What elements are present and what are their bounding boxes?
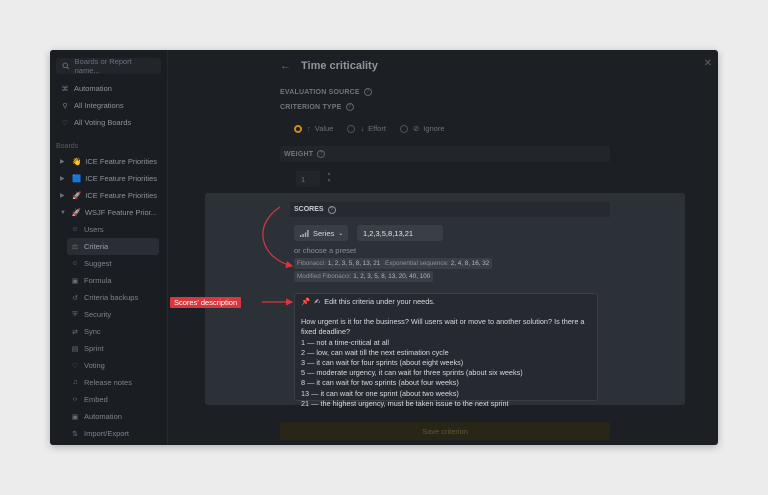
type-ignore-radio[interactable]: ⊘ Ignore [399, 124, 445, 133]
criteria-icon: ⚖ [71, 243, 79, 251]
type-value-radio[interactable]: ↑ Value [294, 124, 333, 133]
help-icon[interactable]: ? [345, 103, 354, 111]
evaluation-source-label: EVALUATION SOURCE? [280, 88, 372, 96]
preset-label: or choose a preset [294, 246, 357, 255]
help-icon[interactable]: ? [363, 88, 372, 96]
scores-description-callout: Scores' description [170, 297, 242, 308]
sidebar-item-all-voting-boards[interactable]: ♡ All Voting Boards [50, 114, 167, 131]
radio-selected[interactable] [294, 124, 302, 133]
sidebar-item-criteria[interactable]: ⚖ Criteria [67, 238, 159, 255]
description-line: 13 — it can wait for one sprint (about t… [301, 388, 459, 398]
caret-right-icon[interactable]: ▶ [60, 192, 68, 199]
automation-icon: ⌘ [61, 85, 69, 93]
series-chart-icon [300, 230, 309, 237]
arrow-left-icon[interactable]: ← [280, 60, 291, 72]
sidebar-board-1[interactable]: ▶ 👋 ICE Feature Priorities [50, 153, 167, 170]
preset-modified-fibonacci-chip[interactable]: Modified Fibonacci: 1, 2, 3, 5, 8, 13, 20… [294, 271, 434, 282]
radio-unselected[interactable] [347, 124, 356, 133]
type-effort-radio[interactable]: ↓ Effort [347, 124, 386, 133]
chevron-down-icon: ⌄ [338, 230, 344, 237]
sprint-icon: ▤ [71, 345, 79, 353]
description-first-line: 📌 ✍ Edit this criteria under your needs. [301, 297, 435, 306]
weight-stepper[interactable]: ▲ ▼ [324, 171, 334, 187]
sidebar: Boards or Report name... ⌘ Automation ⚲ Al… [50, 50, 168, 445]
suggest-icon: ☺ [71, 260, 79, 267]
preset-exponential-chip[interactable]: Exponential sequence: 2, 4, 8, 16, 32 [382, 258, 493, 269]
caret-down-icon[interactable]: ▼ [60, 210, 68, 216]
series-dropdown[interactable]: Series ⌄ [294, 225, 348, 241]
sidebar-item-criteria-backups[interactable]: ↺ Criteria backups [50, 289, 167, 306]
security-icon: ⛨ [72, 310, 78, 318]
description-line: How urgent is it for the business? Will … [301, 317, 585, 337]
voting-boards-icon: ♡ [61, 119, 69, 127]
pushpin-icon: 📌 [301, 297, 311, 306]
sidebar-item-security[interactable]: ⛨ Security [50, 306, 167, 323]
caret-right-icon[interactable]: ▶ [60, 158, 68, 165]
criterion-type-label: CRITERION TYPE? [280, 103, 354, 111]
automation-icon: ▣ [71, 413, 79, 421]
caret-right-icon[interactable]: ▶ [60, 175, 68, 182]
preset-fibonacci-chip[interactable]: Fibonacci: 1, 2, 3, 5, 8, 13, 21 [294, 258, 384, 269]
boards-section-title: Boards [56, 142, 79, 150]
criterion-type-options: ↑ Value ↓ Effort ⊘ Ignore [294, 124, 459, 133]
description-line: 2 — low, can wait till the next estimati… [301, 347, 449, 357]
import-export-icon: ⇅ [72, 430, 78, 438]
sidebar-item-release-notes[interactable]: ♫ Release notes [50, 374, 167, 391]
description-line: 8 — it can wait for two sprints (about f… [301, 378, 459, 388]
integrations-icon: ⚲ [62, 102, 68, 110]
search-input[interactable]: Boards or Report name... [56, 57, 161, 75]
description-line: 3 — it can wait for four sprints (about … [301, 358, 464, 368]
help-icon[interactable]: ? [317, 150, 326, 158]
scores-description-textarea[interactable]: 📌 ✍ Edit this criteria under your needs. H… [294, 293, 598, 408]
radio-unselected[interactable] [399, 124, 408, 133]
sidebar-item-all-integrations[interactable]: ⚲ All Integrations [50, 97, 167, 114]
help-icon[interactable]: ? [327, 205, 336, 214]
arrow-up-icon: ↑ [307, 124, 311, 133]
voting-icon: ♡ [71, 362, 79, 370]
sidebar-item-automation-sub[interactable]: ▣ Automation [50, 408, 167, 425]
scores-panel: SCORES? Series ⌄ 1,2,3,5,8,13,21 or choos… [205, 193, 685, 408]
search-placeholder: Boards or Report name... [74, 57, 132, 75]
description-line: 1 — not a time-critical at all [301, 337, 389, 347]
backups-icon: ↺ [72, 294, 78, 302]
page-title: Time criticality [301, 60, 378, 72]
chevron-up-icon[interactable]: ▲ [324, 171, 334, 178]
release-notes-icon: ♫ [72, 379, 78, 386]
sidebar-item-import-export[interactable]: ⇅ Import/Export [50, 425, 167, 442]
close-icon[interactable]: ✕ [704, 58, 712, 69]
embed-icon: ‹› [72, 396, 78, 403]
sidebar-item-users[interactable]: ☺ Users [50, 221, 167, 238]
formula-icon: ▣ [71, 277, 79, 285]
weight-header-bar [280, 146, 610, 162]
sidebar-item-voting[interactable]: ♡ Voting [50, 357, 167, 374]
sidebar-board-4[interactable]: ▼ 🚀 WSJF Feature Prior... [50, 204, 167, 221]
arrow-down-icon: ↓ [360, 124, 365, 133]
sidebar-item-sync[interactable]: ⇄ Sync [50, 323, 167, 340]
sync-icon: ⇄ [72, 328, 78, 336]
series-values-input[interactable]: 1,2,3,5,8,13,21 [357, 225, 443, 241]
weight-label: WEIGHT? [284, 150, 326, 158]
users-icon: ☺ [71, 226, 79, 233]
ignore-icon: ⊘ [412, 124, 420, 133]
writing-hand-icon: ✍ [314, 297, 321, 306]
save-criterion-button[interactable]: Save criterion [280, 422, 610, 440]
sidebar-board-2[interactable]: ▶ 🟦 ICE Feature Priorities [50, 170, 167, 187]
description-line: 21 — the highest urgency, must be taken … [301, 398, 509, 408]
scores-label: SCORES? [290, 202, 610, 217]
weight-input[interactable]: 1 [296, 171, 320, 187]
sidebar-item-sprint[interactable]: ▤ Sprint [50, 340, 167, 357]
chevron-down-icon[interactable]: ▼ [324, 178, 334, 185]
description-line: 5 — moderate urgency, it can wait for th… [301, 368, 523, 378]
search-icon [62, 62, 70, 70]
sidebar-board-3[interactable]: ▶ 🚀 ICE Feature Priorities [50, 187, 167, 204]
sidebar-item-formula[interactable]: ▣ Formula [50, 272, 167, 289]
sidebar-item-embed[interactable]: ‹› Embed [50, 391, 167, 408]
sidebar-item-automation[interactable]: ⌘ Automation [50, 80, 167, 97]
page-header: ← Time criticality [280, 60, 378, 72]
sidebar-item-suggest[interactable]: ☺ Suggest [50, 255, 167, 272]
